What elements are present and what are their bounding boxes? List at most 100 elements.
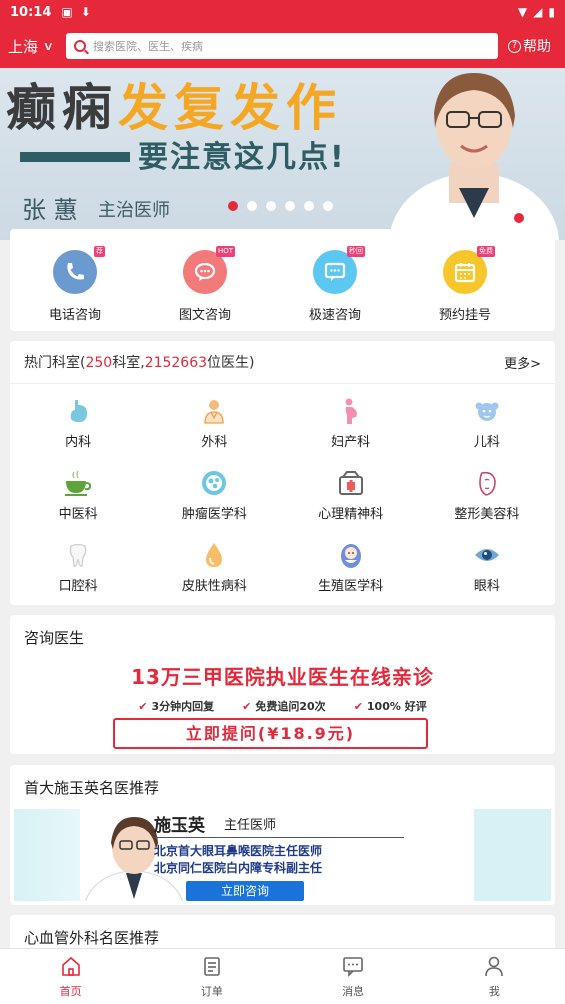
department-item[interactable]: 整形美容科 (419, 464, 555, 536)
tea-cup-icon (63, 468, 93, 498)
department-item[interactable]: 眼科 (419, 536, 555, 608)
ask-now-button[interactable]: 立即提问(¥18.9元) (113, 718, 428, 749)
droplet-icon (199, 540, 229, 570)
carousel-dot[interactable] (304, 201, 314, 211)
service-badge: 荐 (94, 246, 105, 257)
stomach-icon (63, 396, 93, 426)
check-icon: ✔ (353, 700, 363, 713)
carousel-dots[interactable] (228, 201, 333, 211)
department-item[interactable]: 肿瘤医学科 (146, 464, 282, 536)
department-label: 外科 (201, 435, 228, 450)
chevron-down-icon: ∨ (42, 39, 55, 53)
consult-feature-text: 3分钟内回复 (151, 700, 215, 713)
department-item[interactable]: 中医科 (10, 464, 146, 536)
departments-grid: 内科 外科 妇产科 儿科 中医科 肿瘤医学科 心理精神科 整形美容科 口腔科 皮… (10, 384, 555, 608)
service-label: 电话咨询 (48, 308, 101, 323)
carousel-dot[interactable] (228, 201, 238, 211)
recommend-line-1: 北京首大眼耳鼻喉医院主任医师 (154, 844, 323, 858)
carousel-dot[interactable] (247, 201, 257, 211)
message-icon (342, 955, 364, 983)
department-item[interactable]: 内科 (10, 392, 146, 464)
department-item[interactable]: 口腔科 (10, 536, 146, 608)
recommend-title: 首大施玉英名医推荐 (24, 778, 160, 797)
dept-title-suffix: 位医生) (207, 355, 255, 371)
pregnant-icon (336, 396, 366, 426)
carousel-dot[interactable] (323, 201, 333, 211)
tooth-icon (63, 540, 93, 570)
departments-title: 热门科室(250科室,2152663位医生) (24, 352, 254, 372)
divider (154, 837, 404, 838)
promo-banner[interactable]: 癫痫发复发作 要注意这几点! 张 蕙 主治医师 (0, 68, 565, 240)
chat-icon: HOT (183, 246, 235, 294)
consult-headline: 13万三甲医院执业医生在线亲诊 (131, 665, 434, 689)
nav-item[interactable]: 首页 (0, 949, 141, 1004)
font-notification-icon: ▣ (61, 5, 73, 19)
nav-item[interactable]: 消息 (283, 949, 424, 1004)
consult-title: 咨询医生 (24, 628, 85, 647)
banner-subline: 要注意这几点! (138, 140, 346, 175)
dept-title-prefix: 热门科室( (24, 355, 86, 371)
nav-label: 消息 (342, 985, 365, 998)
download-icon: ⬇ (80, 5, 91, 19)
department-label: 口腔科 (58, 579, 98, 594)
consult-card: 咨询医生 13万三甲医院执业医生在线亲诊 ✔ 3分钟内回复 ✔ 免费追问20次 ✔ 100… (10, 615, 555, 754)
infant-icon (336, 540, 366, 570)
help-button[interactable]: ? 帮助 (508, 36, 551, 56)
service-item[interactable]: 荐 电话咨询 (10, 229, 140, 331)
wifi-icon: ▼ (517, 5, 528, 19)
user-icon (483, 955, 505, 983)
service-item[interactable]: 秒回 极速咨询 (270, 229, 400, 331)
service-item[interactable]: HOT 图文咨询 (140, 229, 270, 331)
carousel-dot[interactable] (266, 201, 276, 211)
baby-icon (472, 396, 502, 426)
consult-features: ✔ 3分钟内回复 ✔ 免费追问20次 ✔ 100% 好评 (14, 698, 551, 714)
department-item[interactable]: 心理精神科 (283, 464, 419, 536)
service-label: 图文咨询 (178, 308, 231, 323)
brain-box-icon (336, 468, 366, 498)
department-label: 肿瘤医学科 (181, 507, 247, 522)
department-item[interactable]: 外科 (146, 392, 282, 464)
recommend-line-2: 北京同仁医院白内障专科副主任 (154, 861, 323, 875)
status-bar: 10:14 ▣ ⬇ ▼ ◢ ▮ (0, 0, 565, 24)
search-input[interactable]: 搜索医院、医生、疾病 (66, 33, 498, 59)
doctor-count: 2152663 (144, 355, 208, 371)
department-item[interactable]: 皮肤性病科 (146, 536, 282, 608)
battery-icon: ▮ (548, 5, 555, 19)
recommend-ad[interactable]: 施玉英 主任医师 北京首大眼耳鼻喉医院主任医师 北京同仁医院白内障专科副主任 立… (14, 809, 551, 901)
department-label: 儿科 (473, 435, 500, 450)
search-placeholder: 搜索医院、医生、疾病 (93, 40, 203, 53)
recommend-doctor-title: 主任医师 (224, 818, 277, 833)
carousel-dot[interactable] (285, 201, 295, 211)
department-label: 心理精神科 (318, 507, 384, 522)
department-label: 内科 (65, 435, 92, 450)
city-selector[interactable]: 上海 ∨ (8, 36, 66, 57)
service-badge: HOT (215, 246, 235, 257)
help-label: 帮助 (523, 39, 551, 55)
consult-now-button[interactable]: 立即咨询 (186, 881, 304, 901)
consult-feature: ✔ 3分钟内回复 (138, 698, 214, 714)
department-label: 中医科 (58, 507, 98, 522)
consult-feature: ✔ 免费追问20次 (242, 698, 326, 714)
eye-icon (472, 540, 502, 570)
service-item[interactable]: 免费 预约挂号 (400, 229, 530, 331)
recommend-doctor-name: 施玉英 (154, 816, 205, 836)
nav-item[interactable]: 我 (424, 949, 565, 1004)
banner-bar (20, 152, 130, 162)
cell-icon (199, 468, 229, 498)
department-item[interactable]: 生殖医学科 (283, 536, 419, 608)
consult-ad[interactable]: 13万三甲医院执业医生在线亲诊 ✔ 3分钟内回复 ✔ 免费追问20次 ✔ 100% 好评 … (14, 659, 551, 751)
recommend-card: 首大施玉英名医推荐 施玉英 主任医师 北京首大眼耳鼻喉医院主任医师 北京同仁医院… (10, 765, 555, 905)
surgeon-icon (199, 396, 229, 426)
message-icon: 秒回 (313, 246, 365, 294)
more-departments-link[interactable]: 更多> (504, 353, 541, 372)
service-badge: 秒回 (347, 246, 365, 257)
ad-background (14, 809, 84, 901)
bottom-navigation: 首页 订单 消息 我 (0, 948, 565, 1004)
consult-feature: ✔ 100% 好评 (354, 698, 427, 714)
search-icon (74, 40, 86, 52)
home-icon (60, 955, 82, 983)
dept-title-mid: 科室, (112, 355, 145, 371)
department-item[interactable]: 儿科 (419, 392, 555, 464)
nav-item[interactable]: 订单 (141, 949, 282, 1004)
department-item[interactable]: 妇产科 (283, 392, 419, 464)
